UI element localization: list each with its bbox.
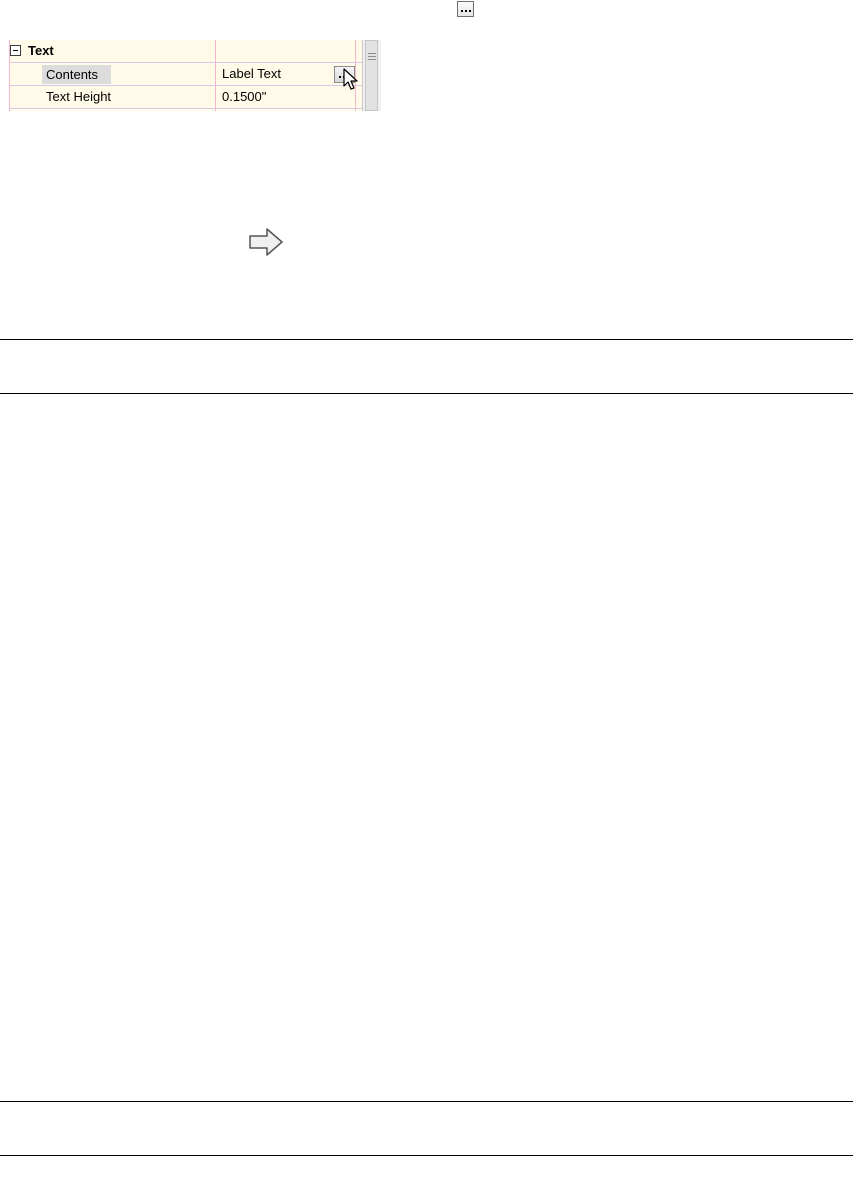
- property-row-partial: [9, 109, 362, 111]
- property-row-contents[interactable]: Contents Label Text: [9, 63, 362, 86]
- collapse-minus-icon[interactable]: [10, 45, 21, 56]
- mouse-pointer-icon: [343, 68, 358, 90]
- divider-line: [0, 393, 853, 394]
- vertical-scrollbar[interactable]: [362, 40, 381, 111]
- ellipsis-button-icon: [457, 1, 474, 17]
- category-row-text[interactable]: Text: [9, 40, 362, 63]
- ellipsis-glyph: [461, 10, 471, 12]
- property-value-contents[interactable]: Label Text: [222, 66, 281, 81]
- grid-line: [215, 40, 216, 111]
- property-value-text-height[interactable]: 0.1500": [222, 89, 266, 104]
- property-name-contents[interactable]: Contents: [42, 65, 111, 84]
- grid-line: [9, 40, 10, 111]
- divider-line: [0, 339, 853, 340]
- divider-line: [0, 1155, 853, 1156]
- grip-icon: [368, 53, 376, 60]
- property-grid: Text Contents Label Text Text Height 0.1…: [9, 40, 381, 111]
- scrollbar-thumb[interactable]: [365, 40, 378, 111]
- property-row-text-height[interactable]: Text Height 0.1500": [9, 86, 362, 109]
- category-label: Text: [28, 43, 54, 58]
- divider-line: [0, 1101, 853, 1102]
- property-name-text-height[interactable]: Text Height: [46, 89, 111, 104]
- right-arrow-icon: [249, 228, 283, 256]
